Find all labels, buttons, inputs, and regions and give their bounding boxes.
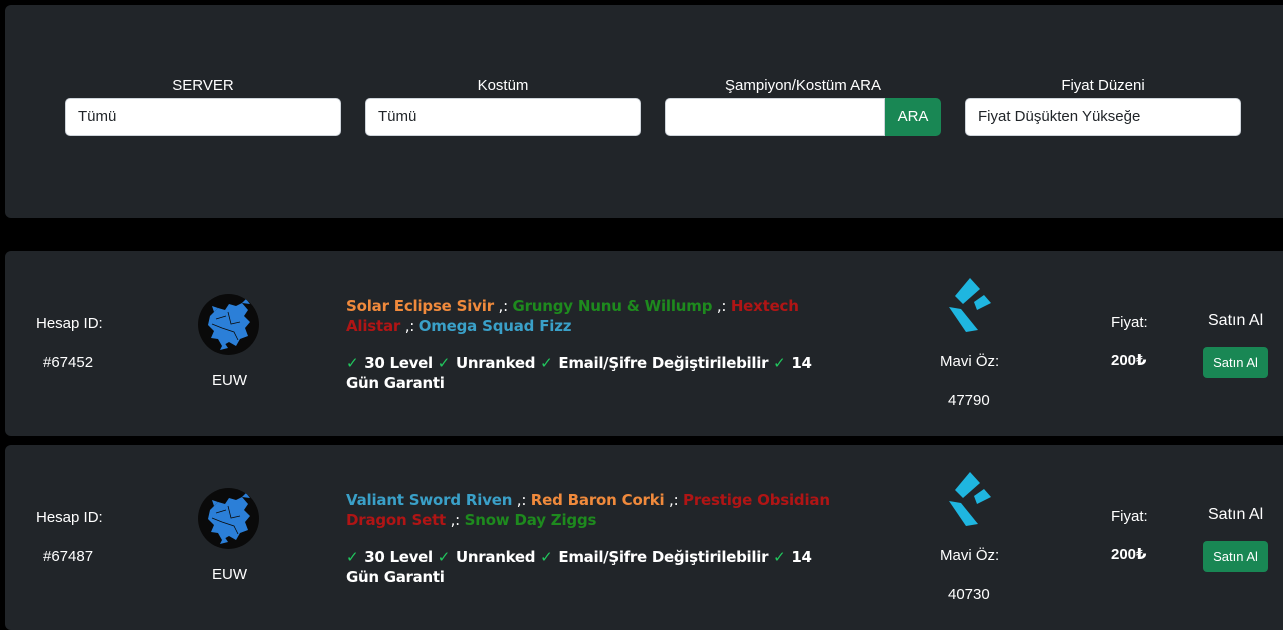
sort-filter-label: Fiyat Düzeni: [1061, 77, 1145, 94]
skin-filter: Kostüm Tümü: [365, 77, 641, 136]
server-label: EUW: [212, 566, 247, 583]
essence-value: 47790: [948, 392, 990, 409]
server-filter: SERVER Tümü: [65, 77, 341, 136]
feature-item: Unranked: [456, 548, 536, 566]
sort-filter: Fiyat Düzeni Fiyat Düşükten Yükseğe: [965, 77, 1241, 136]
check-icon: ✓: [437, 548, 451, 566]
filter-panel: SERVER Tümü Kostüm Tümü Şampiyon/Kostüm …: [5, 5, 1283, 218]
check-icon: ✓: [540, 354, 553, 372]
account-id-label: Hesap ID:: [36, 509, 103, 526]
search-filter-label: Şampiyon/Kostüm ARA: [725, 77, 881, 94]
blue-essence-icon: [947, 278, 993, 332]
skin-list: Valiant Sword Riven ,: Red Baron Corki ,…: [346, 490, 836, 530]
feature-item: Email/Şifre Değiştirilebilir: [558, 354, 769, 372]
skin-list: Solar Eclipse Sivir ,: Grungy Nunu & Wil…: [346, 296, 836, 336]
search-input[interactable]: [665, 98, 885, 136]
europe-globe-icon: [198, 294, 259, 355]
feature-list: ✓ 30 Level ✓ Unranked ✓ Email/Şifre Değişti…: [346, 547, 846, 587]
skin-filter-label: Kostüm: [477, 77, 529, 94]
buy-title: Satın Al: [1208, 506, 1264, 523]
skin-name: Solar Eclipse Sivir: [346, 297, 494, 315]
check-icon: ✓: [346, 354, 359, 372]
server-filter-label: SERVER: [172, 77, 234, 94]
search-group: ARA: [665, 98, 941, 136]
check-icon: ✓: [437, 354, 451, 372]
check-icon: ✓: [540, 548, 553, 566]
essence-label: Mavi Öz:: [940, 353, 1000, 370]
account-id-label: Hesap ID:: [36, 315, 103, 332]
check-icon: ✓: [773, 354, 786, 372]
feature-item: 30 Level: [364, 548, 433, 566]
account-listing: Hesap ID: #67487 EUW Valiant Sword Riven…: [5, 445, 1283, 630]
skin-name: Snow Day Ziggs: [464, 511, 597, 529]
server-label: EUW: [212, 372, 247, 389]
account-listing: Hesap ID: #67452 EUW Solar Eclipse Sivir…: [5, 251, 1283, 436]
skin-name: Valiant Sword Riven: [346, 491, 513, 509]
feature-item: Unranked: [456, 354, 536, 372]
skin-select[interactable]: Tümü: [365, 98, 641, 136]
skin-separator: ,:: [493, 297, 513, 315]
sort-select[interactable]: Fiyat Düşükten Yükseğe: [965, 98, 1241, 136]
price-value: 200₺: [1111, 352, 1147, 369]
skin-separator: ,:: [446, 511, 465, 529]
essence-label: Mavi Öz:: [940, 547, 1000, 564]
skin-separator: ,:: [400, 317, 419, 335]
server-select[interactable]: Tümü: [65, 98, 341, 136]
price-value: 200₺: [1111, 546, 1147, 563]
skin-separator: ,:: [664, 491, 684, 509]
skin-separator: ,:: [512, 491, 531, 509]
skin-name: Grungy Nunu & Willump: [512, 297, 713, 315]
feature-item: 30 Level: [364, 354, 433, 372]
buy-button[interactable]: Satın Al: [1203, 347, 1268, 378]
account-id: #67452: [43, 354, 94, 371]
skin-name: Omega Squad Fizz: [418, 317, 572, 335]
price-label: Fiyat:: [1111, 314, 1148, 331]
check-icon: ✓: [773, 548, 786, 566]
skin-name: Red Baron Corki: [530, 491, 665, 509]
skin-separator: ,:: [712, 297, 731, 315]
feature-item: Email/Şifre Değiştirilebilir: [558, 548, 769, 566]
search-button[interactable]: ARA: [885, 98, 941, 136]
blue-essence-icon: [947, 472, 993, 526]
account-id: #67487: [43, 548, 94, 565]
price-label: Fiyat:: [1111, 508, 1148, 525]
buy-title: Satın Al: [1208, 312, 1264, 329]
essence-value: 40730: [948, 586, 990, 603]
buy-button[interactable]: Satın Al: [1203, 541, 1268, 572]
feature-list: ✓ 30 Level ✓ Unranked ✓ Email/Şifre Değişti…: [346, 353, 846, 393]
check-icon: ✓: [346, 548, 359, 566]
europe-globe-icon: [198, 488, 259, 549]
search-filter: Şampiyon/Kostüm ARA ARA: [665, 77, 941, 136]
